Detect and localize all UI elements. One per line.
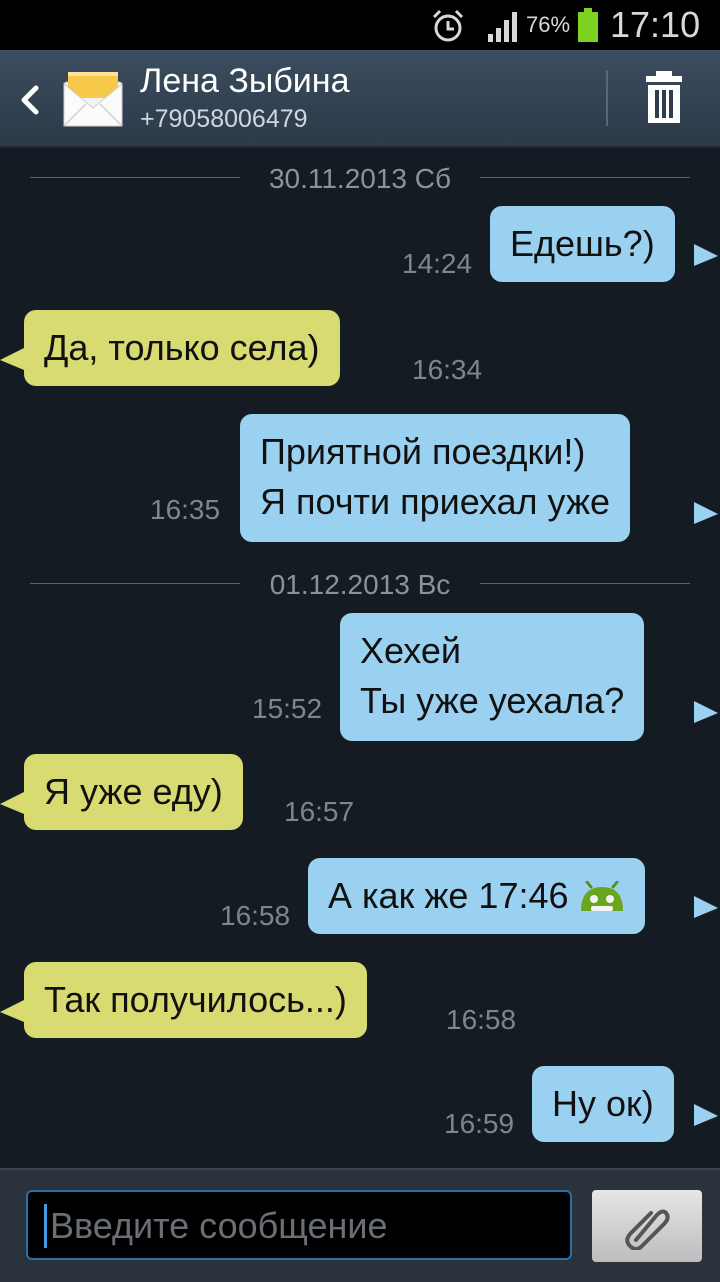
message-bubble-incoming[interactable]: Я уже еду): [24, 754, 243, 830]
compose-bar: Введите сообщение: [0, 1168, 720, 1282]
message-bubble-incoming[interactable]: Так получилось...): [24, 962, 367, 1038]
back-icon[interactable]: [12, 78, 48, 122]
date-separator: 30.11.2013 Сб: [30, 157, 690, 197]
message-timestamp: 16:59: [444, 1108, 515, 1139]
message-bubble-outgoing[interactable]: Приятной поездки!) Я почти приехал уже: [240, 414, 631, 542]
battery-icon: [578, 8, 598, 42]
android-emoji-icon: [580, 881, 623, 912]
message-timestamp: 15:52: [252, 693, 323, 724]
contact-name: Лена Зыбина: [140, 62, 350, 100]
message-timestamp: 16:35: [150, 494, 221, 525]
date-label: 01.12.2013 Вс: [269, 569, 451, 600]
message-input-placeholder: Введите сообщение: [50, 1205, 388, 1246]
contact-phone: +79058006479: [140, 105, 308, 133]
message-timestamp: 16:57: [284, 796, 355, 827]
date-label: 30.11.2013 Сб: [268, 163, 452, 194]
message-bubble-outgoing[interactable]: Ну ок): [532, 1066, 674, 1142]
message-text: Так получилось...): [44, 979, 347, 1020]
battery-percent: 76%: [526, 12, 571, 37]
message-text: Ну ок): [552, 1083, 654, 1124]
message-input[interactable]: Введите сообщение: [26, 1190, 572, 1260]
attach-button[interactable]: [592, 1190, 702, 1262]
date-separator: 01.12.2013 Вс: [30, 563, 690, 603]
message-text: Хехей: [360, 630, 461, 671]
trash-icon[interactable]: [626, 64, 702, 134]
message-text: Приятной поездки!): [260, 431, 586, 472]
message-timestamp: 16:34: [412, 354, 483, 385]
text-caret: [44, 1204, 47, 1248]
message-text: Ты уже уехала?: [360, 680, 625, 721]
message-text: Я почти приехал уже: [260, 481, 611, 522]
message-timestamp: 16:58: [446, 1004, 517, 1035]
message-text: Я уже еду): [44, 771, 223, 812]
message-timestamp: 14:24: [402, 248, 473, 279]
message-bubble-outgoing[interactable]: Хехей Ты уже уехала?: [340, 613, 645, 741]
envelope-icon: [63, 72, 123, 127]
paperclip-icon: [625, 1209, 670, 1250]
signal-icon: [488, 12, 517, 42]
clock: 17:10: [610, 4, 701, 45]
message-timestamp: 16:58: [220, 900, 291, 931]
message-bubble-incoming[interactable]: Да, только села): [24, 310, 340, 386]
alarm-icon: [432, 9, 464, 42]
conversation-header: Лена Зыбина +79058006479: [0, 50, 720, 148]
message-bubble-outgoing[interactable]: Едешь?): [490, 206, 675, 282]
header-divider: [606, 70, 608, 126]
status-bar: 76% 17:10: [0, 0, 720, 50]
message-thread[interactable]: 30.11.2013 Сб Едешь?) 14:24 Да, только с…: [0, 148, 720, 1168]
message-bubble-outgoing[interactable]: А как же 17:46: [308, 858, 645, 934]
message-text: А как же 17:46: [328, 875, 569, 916]
message-text: Едешь?): [510, 223, 655, 264]
message-text: Да, только села): [44, 327, 320, 368]
